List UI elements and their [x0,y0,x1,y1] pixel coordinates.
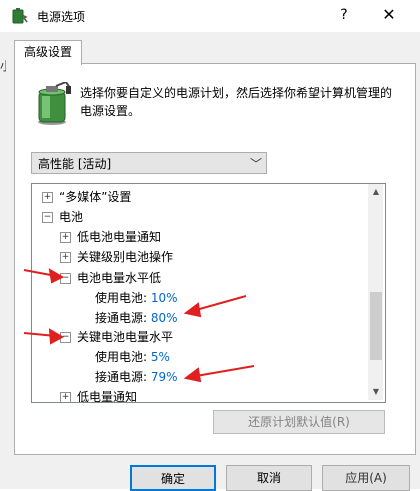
collapse-icon[interactable]: − [60,332,71,343]
tree-item[interactable]: + 低电池电量通知 [60,227,161,247]
tree-item[interactable]: + “多媒体”设置 [42,187,131,207]
tree-item-label: 接通电源: [95,311,148,325]
tree-item-label: 接通电源: [95,370,148,384]
collapse-icon[interactable]: − [42,212,53,223]
tab-advanced-settings[interactable]: 高级设置 [14,40,82,65]
tree-item[interactable]: 接通电源: 80% [95,308,178,328]
power-plan-select-value: 高性能 [活动] [38,157,112,171]
window-title: 电源选项 [37,10,86,24]
tree-item-label: 电池 [59,210,84,224]
battery-icon [38,82,71,125]
setting-value-link[interactable]: 10% [151,291,178,305]
tree-item[interactable]: 使用电池: 10% [95,288,178,308]
tree-item[interactable]: 使用电池: 5% [95,347,170,367]
tree-item[interactable]: + 关键级别电池操作 [60,247,173,267]
cancel-button[interactable]: 取消 [226,465,312,491]
scroll-up-icon[interactable]: ▲ [369,185,383,199]
tree-item[interactable]: − 关键电池电量水平 [60,327,173,347]
scrollbar-thumb[interactable] [370,292,382,360]
tree-item[interactable]: 接通电源: 79% [95,367,178,387]
tree-item-label: 使用电池: [95,350,148,364]
tree-item-label: 使用电池: [95,291,148,305]
collapse-icon[interactable]: − [60,273,71,284]
apply-button[interactable]: 应用(A) [322,465,410,491]
tree-item-label: 关键级别电池操作 [77,250,174,264]
expand-icon[interactable]: + [60,392,71,402]
setting-value-link[interactable]: 79% [151,370,178,384]
settings-tree[interactable]: + “多媒体”设置 − 电池 + 低电池电量通知 + 关键级别电池操作 − 电池电量水平低 使用电池… [31,183,386,403]
expand-icon[interactable]: + [42,192,53,203]
tree-item-label: 关键电池电量水平 [77,330,174,344]
tree-item-label: 电池电量水平低 [77,271,162,285]
close-button[interactable]: ✕ [377,4,401,26]
restore-defaults-button[interactable]: 还原计划默认值(R) [213,410,385,434]
help-button[interactable]: ? [334,4,354,26]
description-text: 选择你要自定义的电源计划，然后选择你希望计算机管理的电源设置。 [80,86,393,118]
tree-item[interactable]: − 电池 [42,207,83,227]
setting-value-link[interactable]: 80% [151,311,178,325]
expand-icon[interactable]: + [60,232,71,243]
chevron-down-icon: ﹀ [249,157,262,171]
scroll-down-icon[interactable]: ▼ [369,385,383,399]
background-window-edge: 小 [0,57,6,74]
tree-item[interactable]: − 电池电量水平低 [60,268,161,288]
power-options-icon [12,8,28,24]
tree-item-label: “多媒体”设置 [59,190,132,204]
tree-item-label: 低电量通知 [77,390,138,403]
power-plan-select[interactable]: 高性能 [活动] ﹀ [31,152,267,174]
expand-icon[interactable]: + [60,252,71,263]
setting-value-link[interactable]: 5% [151,350,170,364]
tree-item[interactable]: + 低电量通知 [60,387,138,403]
tree-item-label: 低电池电量通知 [77,230,162,244]
ok-button[interactable]: 确定 [130,465,216,491]
